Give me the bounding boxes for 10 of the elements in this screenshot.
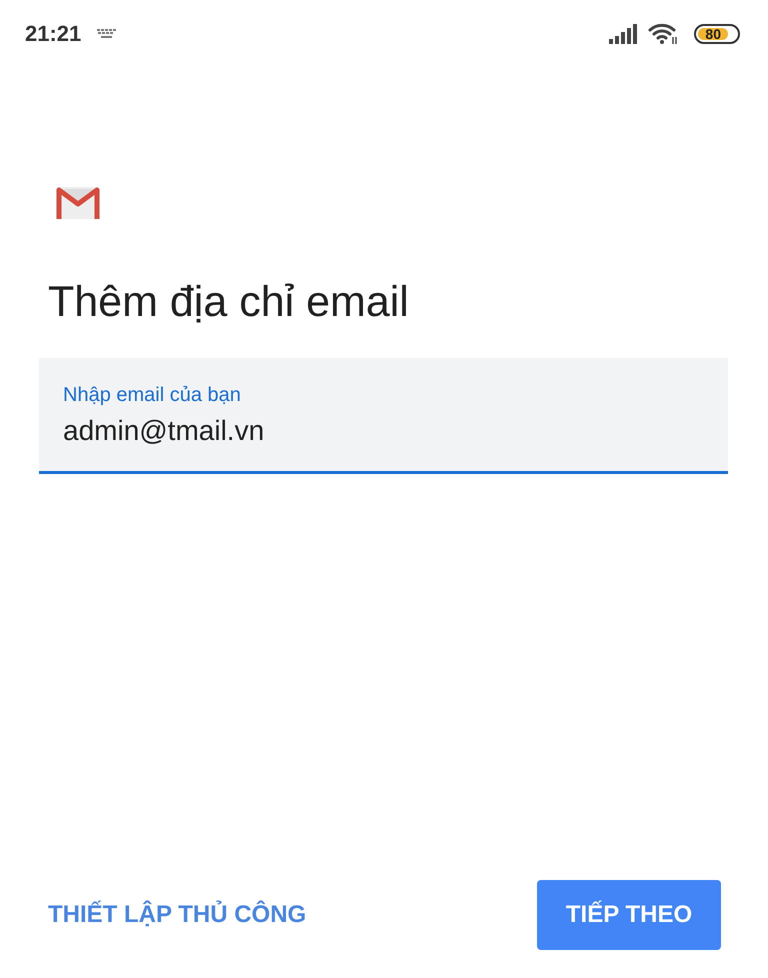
manual-setup-button[interactable]: THIẾT LẬP THỦ CÔNG <box>48 901 306 929</box>
next-button[interactable]: TIẾP THEO <box>537 880 721 950</box>
signal-icon <box>609 24 638 44</box>
email-input-field[interactable]: Nhập email của bạn admin@tmail.vn <box>39 358 728 474</box>
battery-indicator: 80 <box>694 24 740 44</box>
clock-time: 21:21 <box>25 21 82 47</box>
mail-logo-icon <box>56 186 100 220</box>
keyboard-icon <box>97 29 118 39</box>
wifi-icon <box>648 23 678 45</box>
page-title: Thêm địa chỉ email <box>48 277 410 328</box>
